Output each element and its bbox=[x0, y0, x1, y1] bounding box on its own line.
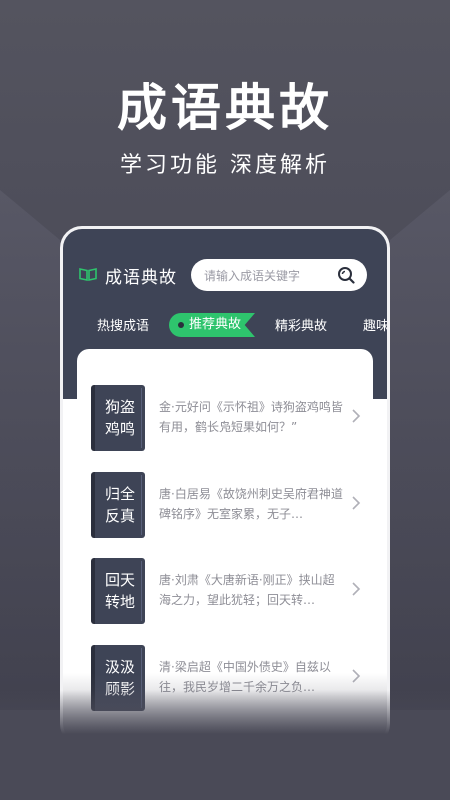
idiom-title: 归全 反真 bbox=[104, 485, 135, 525]
background-decoration-left bbox=[0, 190, 60, 710]
idiom-title: 狗盗 鸡鸣 bbox=[104, 398, 135, 438]
hero-title: 成语典故 bbox=[117, 79, 333, 137]
active-dot bbox=[178, 322, 184, 328]
phone-mockup: 成语典故 请输入成语关键字 热搜成语 推荐典故 精彩典故 趣味 狗盗 鸡鸣 金·元… bbox=[60, 226, 390, 746]
idiom-source: 金·元好问《示怀祖》诗狗盗鸡鸣皆有用，鹤长凫短果如何？” bbox=[159, 400, 343, 434]
search-icon[interactable] bbox=[337, 266, 355, 284]
tab-recommended[interactable]: 推荐典故 bbox=[169, 313, 255, 337]
book-icon bbox=[79, 268, 97, 281]
chevron-right-icon bbox=[352, 496, 361, 510]
tab-hot-idioms[interactable]: 热搜成语 bbox=[97, 315, 149, 334]
app-name: 成语典故 bbox=[105, 268, 177, 288]
hero-subtitle: 学习功能 深度解析 bbox=[120, 153, 330, 178]
chevron-right-icon bbox=[352, 409, 361, 423]
idiom-book-cover: 归全 反真 bbox=[91, 472, 145, 538]
chevron-right-icon bbox=[352, 582, 361, 596]
idiom-book-cover: 狗盗 鸡鸣 bbox=[91, 385, 145, 451]
idiom-source: 唐·刘肃《大唐新语·刚正》挟山超海之力，望此犹轻；回天转… bbox=[159, 573, 335, 607]
category-tabs: 热搜成语 推荐典故 精彩典故 趣味 bbox=[63, 313, 387, 341]
tab-recommended-label: 推荐典故 bbox=[189, 317, 242, 332]
list-item[interactable]: 归全 反真 唐·白居易《故饶州刺史吴府君神道碑铭序》无室家累，无子… bbox=[77, 472, 373, 552]
idiom-source: 唐·白居易《故饶州刺史吴府君神道碑铭序》无室家累，无子… bbox=[159, 487, 343, 521]
search-placeholder: 请输入成语关键字 bbox=[204, 269, 301, 283]
idiom-title: 回天 转地 bbox=[104, 571, 135, 611]
search-input[interactable]: 请输入成语关键字 bbox=[191, 259, 367, 291]
tab-featured[interactable]: 精彩典故 bbox=[275, 315, 327, 334]
background-bottom bbox=[0, 690, 450, 800]
idiom-book-cover: 回天 转地 bbox=[91, 558, 145, 624]
list-item[interactable]: 狗盗 鸡鸣 金·元好问《示怀祖》诗狗盗鸡鸣皆有用，鹤长凫短果如何？” bbox=[77, 385, 373, 465]
list-item[interactable]: 回天 转地 唐·刘肃《大唐新语·刚正》挟山超海之力，望此犹轻；回天转… bbox=[77, 558, 373, 638]
background-decoration-right bbox=[390, 190, 450, 710]
tab-fun[interactable]: 趣味 bbox=[363, 315, 387, 334]
